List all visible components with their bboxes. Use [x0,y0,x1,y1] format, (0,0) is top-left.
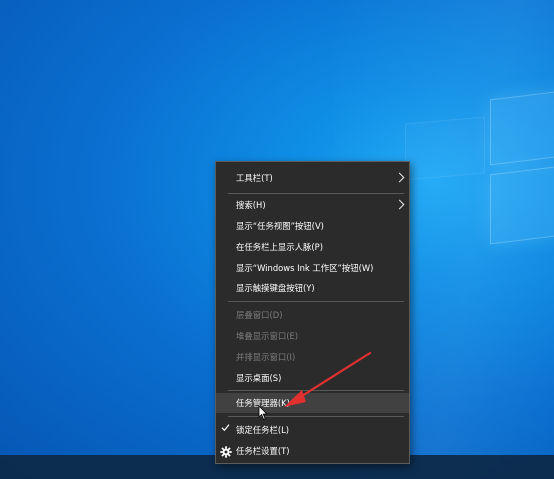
chevron-right-icon [394,199,405,210]
menu-item-show-task-view-button[interactable]: 显示“任务视图”按钮(V) [216,216,409,236]
menu-item-stack-windows[interactable]: 堆叠显示窗口(E) [216,326,409,346]
menu-item-label: 显示桌面(S) [236,373,282,383]
menu-item-toolbars[interactable]: 工具栏(T) [216,168,409,188]
red-arrow-icon [284,351,372,407]
menu-item-label: 层叠窗口(D) [236,310,283,320]
menu-item-label: 任务栏设置(T) [236,446,290,456]
menu-item-label: 搜索(H) [236,200,266,210]
menu-separator [228,301,404,302]
menu-item-taskbar-settings[interactable]: 任务栏设置(T) [216,441,409,461]
chevron-right-icon [394,172,405,183]
menu-item-search[interactable]: 搜索(H) [216,195,409,215]
menu-item-label: 工具栏(T) [236,173,273,183]
menu-item-show-people[interactable]: 在任务栏上显示人脉(P) [216,237,409,257]
menu-item-label: 显示“Windows Ink 工作区”按钮(W) [236,263,374,273]
menu-item-cascade-windows[interactable]: 层叠窗口(D) [216,305,409,325]
menu-item-show-touch-keyboard-button[interactable]: 显示触摸键盘按钮(Y) [216,278,409,298]
menu-separator [228,416,404,417]
menu-item-show-windows-ink-button[interactable]: 显示“Windows Ink 工作区”按钮(W) [216,258,409,278]
gear-icon [220,445,232,458]
taskbar-context-menu: 工具栏(T) 搜索(H) 显示“任务视图”按钮(V) 在任务栏上显示人脉(P) … [215,161,410,464]
windows-logo-pane [490,165,554,245]
menu-item-label: 堆叠显示窗口(E) [236,331,299,341]
windows-logo-pane [405,116,485,181]
menu-item-label: 在任务栏上显示人脉(P) [236,242,323,252]
menu-item-label: 锁定任务栏(L) [236,425,290,435]
checkmark-icon [221,423,230,433]
menu-item-label: 显示“任务视图”按钮(V) [236,221,324,231]
windows-logo-pane [490,90,554,166]
menu-item-lock-taskbar[interactable]: 锁定任务栏(L) [216,420,409,440]
menu-separator [228,193,404,194]
menu-item-label: 显示触摸键盘按钮(Y) [236,283,315,293]
mouse-cursor-icon [258,405,268,420]
